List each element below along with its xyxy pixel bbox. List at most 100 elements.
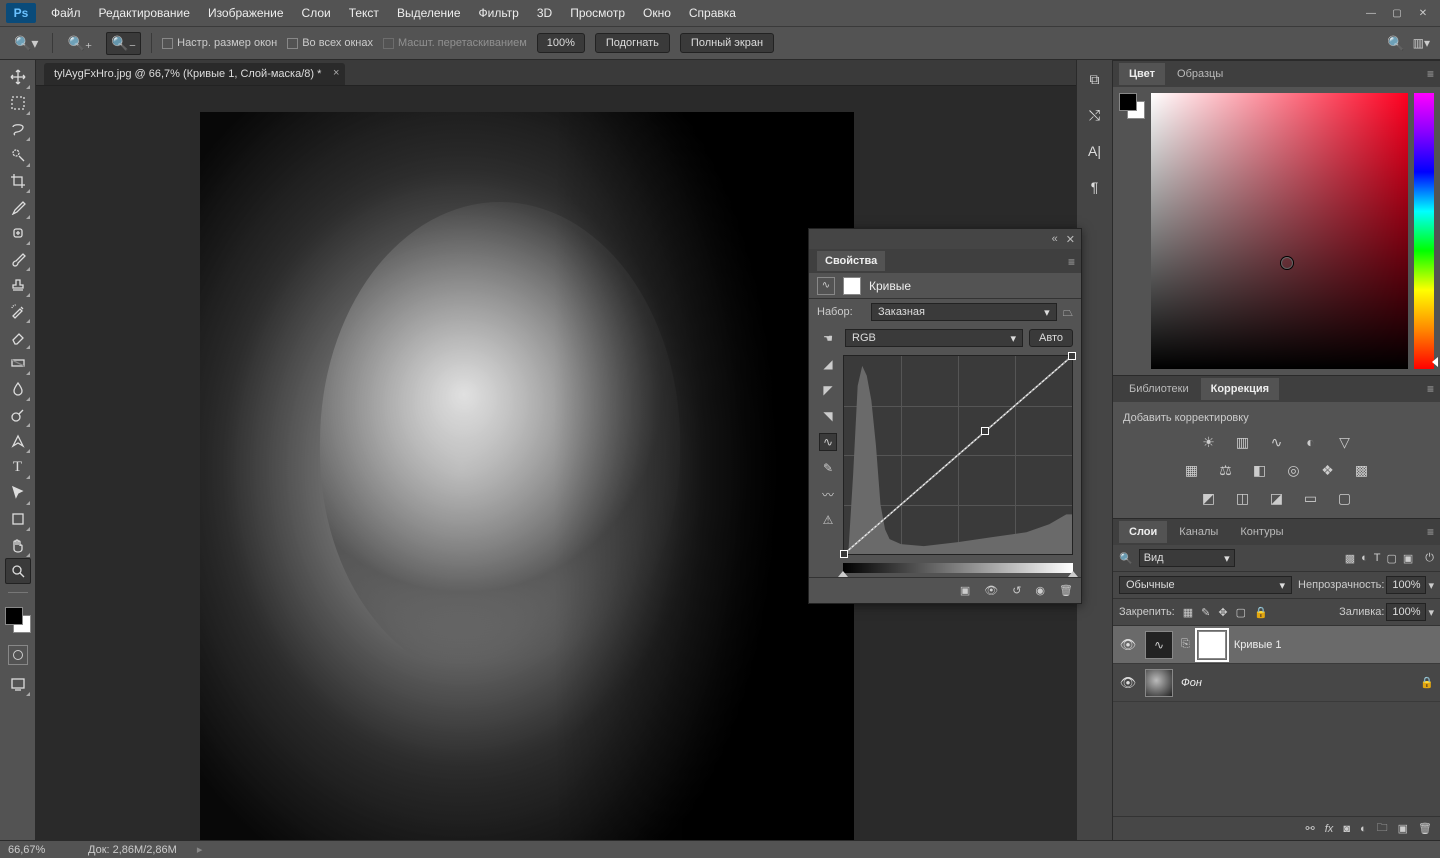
menu-view[interactable]: Просмотр [561,2,634,24]
layer-visibility-icon[interactable]: 👁 [1119,675,1137,691]
path-select-tool[interactable] [5,480,31,506]
link-layers-icon[interactable]: ⚯ [1306,822,1315,835]
adj-exposure-icon[interactable]: ◐ [1301,432,1321,452]
preview-icon[interactable]: ◉ [1035,584,1045,597]
opacity-flyout-icon[interactable]: ▾ [1428,579,1434,592]
filter-type-icon[interactable]: T [1374,552,1381,565]
hue-slider-handle[interactable] [1432,357,1438,367]
dock-history-icon[interactable]: ⧉ [1082,66,1108,92]
lock-artboard-icon[interactable]: ▢ [1236,606,1246,619]
adj-lut-icon[interactable]: ▩ [1352,460,1372,480]
lock-all-icon[interactable]: 🔒 [1254,606,1268,619]
panel-menu-icon[interactable]: ≡ [1427,525,1434,539]
fit-screen-button[interactable]: Подогнать [595,33,670,53]
clip-to-layer-icon[interactable]: ▣ [960,584,970,597]
curve-point-mid[interactable] [981,427,989,435]
delete-layer-icon[interactable]: 🗑 [1418,822,1432,835]
tab-adjustments[interactable]: Коррекция [1201,378,1279,400]
panel-menu-icon[interactable]: ≡ [1427,67,1434,81]
foreground-color-swatch[interactable] [5,607,23,625]
curve-point-highlight[interactable] [1068,352,1076,360]
auto-button[interactable]: Авто [1029,329,1073,347]
menu-text[interactable]: Текст [340,2,388,24]
adj-bw-icon[interactable]: ◧ [1250,460,1270,480]
panel-menu-icon[interactable]: ≡ [1068,255,1075,269]
adj-levels-icon[interactable]: ▥ [1233,432,1253,452]
curves-graph[interactable] [843,355,1073,555]
channel-dropdown[interactable]: RGB▾ [845,329,1023,347]
adj-mixer-icon[interactable]: ❖ [1318,460,1338,480]
tab-properties[interactable]: Свойства [817,251,885,271]
dock-actions-icon[interactable]: ⤭ [1082,102,1108,128]
dock-character-icon[interactable]: A| [1082,138,1108,164]
adj-brightness-icon[interactable]: ☀ [1199,432,1219,452]
all-windows-checkbox[interactable]: Во всех окнах [287,37,373,49]
adj-posterize-icon[interactable]: ◫ [1233,488,1253,508]
hand-tool[interactable] [5,532,31,558]
adj-threshold-icon[interactable]: ◪ [1267,488,1287,508]
delete-adjust-icon[interactable]: 🗑 [1059,584,1073,597]
blur-tool[interactable] [5,376,31,402]
preset-dropdown[interactable]: Заказная▾ [871,303,1057,321]
menu-layers[interactable]: Слои [293,2,340,24]
new-group-icon[interactable]: 🗀 [1377,819,1388,838]
window-minimize-button[interactable]: — [1360,5,1382,21]
document-tab-close-icon[interactable]: × [333,67,339,79]
layer-name[interactable]: Фон [1181,677,1202,689]
adj-curves-icon[interactable]: ∿ [1267,432,1287,452]
window-close-button[interactable]: ✕ [1412,5,1434,21]
clip-icon[interactable]: ⏢ [1063,304,1073,320]
pencil-curve-icon[interactable]: ✎ [819,459,837,477]
clip-warning-icon[interactable]: ⚠ [819,511,837,529]
lasso-tool[interactable] [5,116,31,142]
curve-point-shadow[interactable] [840,550,848,558]
zoom-out-icon[interactable]: 🔍₋ [106,32,141,55]
layer-visibility-icon[interactable]: 👁 [1119,637,1137,653]
toggle-visibility-icon[interactable]: 👁 [984,584,998,597]
layer-lock-icon[interactable]: 🔒 [1420,676,1434,689]
lock-trans-icon[interactable]: ▦ [1183,606,1193,619]
color-swatches[interactable] [3,605,33,635]
filter-pixel-icon[interactable]: ▩ [1345,552,1355,565]
hue-slider[interactable] [1414,93,1434,369]
workspace-switcher-icon[interactable]: ▥▾ [1413,36,1430,50]
scrubby-zoom-checkbox[interactable]: Масшт. перетаскиванием [383,37,527,49]
properties-panel[interactable]: « ✕ Свойства ≡ ∿ Кривые Набор: Заказная▾… [808,228,1082,604]
white-slider[interactable] [1068,571,1078,577]
input-ramp[interactable] [843,563,1073,573]
shape-tool[interactable] [5,506,31,532]
crop-tool[interactable] [5,168,31,194]
filter-shape-icon[interactable]: ▢ [1386,552,1396,565]
document-tab[interactable]: tylAygFxHro.jpg @ 66,7% (Кривые 1, Слой-… [44,63,345,85]
tab-channels[interactable]: Каналы [1169,521,1228,543]
new-layer-icon[interactable]: ▣ [1398,822,1408,835]
filter-kind-icon[interactable]: 🔍 [1119,552,1133,565]
smooth-curve-icon[interactable]: 〰 [819,485,837,503]
tab-libraries[interactable]: Библиотеки [1119,378,1199,400]
menu-filter[interactable]: Фильтр [470,2,528,24]
adj-selective-icon[interactable]: ▢ [1335,488,1355,508]
adj-balance-icon[interactable]: ⚖ [1216,460,1236,480]
filter-kind-dropdown[interactable]: Вид▾ [1139,549,1235,567]
lock-paint-icon[interactable]: ✎ [1201,606,1210,619]
menu-help[interactable]: Справка [680,2,745,24]
window-maximize-button[interactable]: ▢ [1386,5,1408,21]
sampler-black-icon[interactable]: ◢ [819,355,837,373]
tab-swatches[interactable]: Образцы [1167,63,1233,85]
adjustment-thumb-icon[interactable]: ∿ [1145,631,1173,659]
menu-image[interactable]: Изображение [199,2,293,24]
layer-row-curves[interactable]: 👁 ∿ ⎘ Кривые 1 [1113,626,1440,664]
tab-color[interactable]: Цвет [1119,63,1165,85]
layer-row-background[interactable]: 👁 Фон 🔒 [1113,664,1440,702]
brush-tool[interactable] [5,246,31,272]
add-mask-icon[interactable]: ◙ [1343,823,1350,835]
adj-gradientmap-icon[interactable]: ▭ [1301,488,1321,508]
tab-layers[interactable]: Слои [1119,521,1167,543]
layer-name[interactable]: Кривые 1 [1234,639,1282,651]
status-doc-size[interactable]: Док: 2,86M/2,86M [88,844,177,856]
zoom-in-icon[interactable]: 🔍₊ [63,33,96,54]
filter-adjust-icon[interactable]: ◐ [1361,552,1368,565]
filter-toggle-icon[interactable]: ⏻ [1425,552,1434,565]
black-slider[interactable] [838,571,848,577]
panel-menu-icon[interactable]: ≡ [1427,382,1434,396]
